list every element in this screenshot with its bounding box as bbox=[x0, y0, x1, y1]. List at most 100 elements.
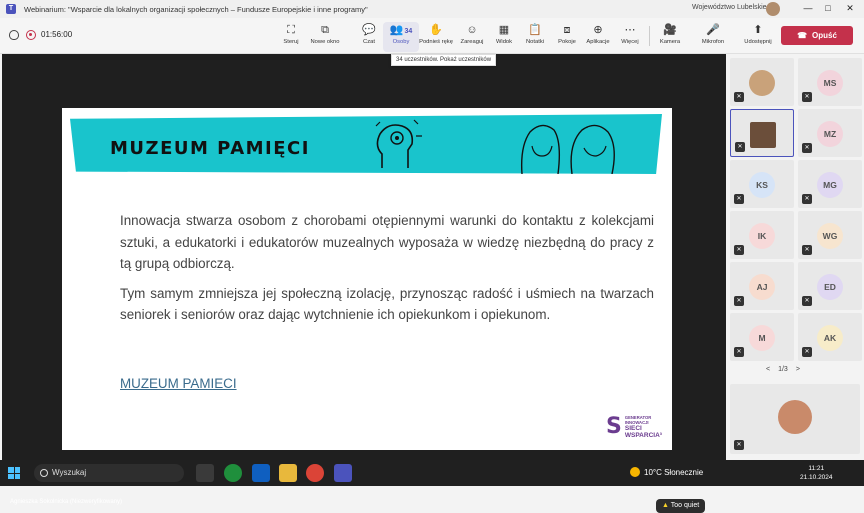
page-indicator: 1/3 bbox=[778, 366, 788, 373]
participant-tile[interactable]: M ✕ bbox=[730, 313, 794, 361]
participant-avatar: AJ bbox=[749, 274, 775, 300]
participant-photo bbox=[749, 70, 775, 96]
mic-muted-icon: ✕ bbox=[802, 92, 812, 102]
share-icon: ⬆ bbox=[753, 24, 763, 36]
head-gear-illustration bbox=[375, 119, 422, 168]
participant-avatar: IK bbox=[749, 223, 775, 249]
windows-start-icon[interactable] bbox=[8, 467, 20, 479]
slide-body: Innowacja stwarza osobom z chorobami otę… bbox=[120, 210, 654, 334]
brand-logo: S GENERATOR INNOWACJI SIECI WSPARCIA³ bbox=[606, 414, 662, 439]
mic-muted-icon: ✕ bbox=[734, 347, 744, 357]
people-button[interactable]: 👥34 Osoby bbox=[383, 22, 419, 52]
next-page-button[interactable]: > bbox=[796, 366, 800, 373]
meeting-toolbar: 01:56:00 ⛶ Steruj ⧉ Nowe okno 💬 Czat 👥34 Oso… bbox=[0, 18, 864, 54]
participant-avatar: MG bbox=[817, 172, 843, 198]
participant-tile[interactable]: WG ✕ bbox=[798, 211, 862, 259]
chat-icon: 💬 bbox=[362, 24, 376, 36]
recording-icon bbox=[26, 30, 36, 40]
outlook-icon[interactable] bbox=[252, 464, 270, 482]
participant-avatar: AK bbox=[817, 325, 843, 351]
toolbar-divider bbox=[649, 26, 650, 46]
participant-avatar: MS bbox=[817, 70, 843, 96]
control-button[interactable]: ⛶ Steruj bbox=[273, 22, 309, 52]
mic-muted-icon: ✕ bbox=[735, 142, 745, 152]
maximize-button[interactable]: □ bbox=[822, 2, 834, 14]
share-button[interactable]: ⬆ Udostępnij bbox=[740, 22, 776, 52]
camera-button[interactable]: 🎥 Kamera bbox=[652, 22, 688, 52]
more-button[interactable]: ⋯ Więcej bbox=[612, 22, 648, 52]
mic-muted-icon: ✕ bbox=[734, 440, 744, 450]
meeting-timer: 01:56:00 bbox=[41, 30, 73, 39]
participant-tile[interactable]: ✕ bbox=[730, 109, 794, 157]
mic-muted-icon: ✕ bbox=[802, 143, 812, 153]
chrome-icon[interactable] bbox=[306, 464, 324, 482]
prev-page-button[interactable]: < bbox=[766, 366, 770, 373]
too-quiet-warning[interactable]: ▲ Too quiet bbox=[656, 499, 706, 513]
participant-tile[interactable]: ED ✕ bbox=[798, 262, 862, 310]
user-avatar[interactable] bbox=[766, 2, 780, 16]
teams-app-icon: T bbox=[6, 4, 16, 14]
participant-avatar: MZ bbox=[817, 121, 843, 147]
chat-button[interactable]: 💬 Czat bbox=[351, 22, 387, 52]
window-titlebar: T Webinarium: "Wsparcie dla lokalnych or… bbox=[0, 0, 864, 18]
task-view-icon[interactable] bbox=[196, 464, 214, 482]
leave-button[interactable]: ☎ Opuść bbox=[781, 26, 853, 45]
taskbar-search[interactable]: Wyszukaj bbox=[34, 464, 184, 482]
teams-taskbar-icon[interactable] bbox=[334, 464, 352, 482]
participant-tile[interactable]: MG ✕ bbox=[798, 160, 862, 208]
hand-icon: ✋ bbox=[429, 24, 443, 36]
system-clock[interactable]: 11:21 21.10.2024 bbox=[800, 464, 833, 482]
participant-tile[interactable]: MZ ✕ bbox=[798, 109, 862, 157]
mic-muted-icon: ✕ bbox=[802, 245, 812, 255]
mic-muted-icon: ✕ bbox=[802, 347, 812, 357]
edge-icon[interactable] bbox=[224, 464, 242, 482]
participant-tile[interactable]: IK ✕ bbox=[730, 211, 794, 259]
self-view-tile[interactable]: ✕ bbox=[730, 384, 860, 454]
museum-link[interactable]: MUZEUM PAMIECI bbox=[120, 376, 237, 391]
participants-count: 34 bbox=[404, 28, 413, 35]
microphone-button[interactable]: 🎤 Mikrofon bbox=[695, 22, 731, 52]
mic-muted-icon: ✕ bbox=[802, 296, 812, 306]
participant-tile[interactable]: KS ✕ bbox=[730, 160, 794, 208]
participant-tile[interactable]: MS ✕ bbox=[798, 58, 862, 106]
mic-muted-icon: ✕ bbox=[734, 245, 744, 255]
smiley-icon: ☺ bbox=[466, 24, 478, 36]
participant-photo bbox=[750, 122, 776, 148]
participant-tile[interactable]: AJ ✕ bbox=[730, 262, 794, 310]
self-view-photo bbox=[778, 400, 812, 434]
notes-icon: 📋 bbox=[528, 24, 542, 36]
participant-avatar: WG bbox=[817, 223, 843, 249]
gallery-pager: <1/3 > bbox=[766, 366, 800, 373]
mic-muted-icon: ✕ bbox=[734, 92, 744, 102]
mic-muted-icon: ✕ bbox=[734, 296, 744, 306]
participant-avatar: KS bbox=[749, 172, 775, 198]
women-illustration bbox=[520, 124, 615, 174]
participant-tile[interactable]: AK ✕ bbox=[798, 313, 862, 361]
sun-icon bbox=[630, 467, 640, 477]
shield-icon bbox=[9, 30, 19, 40]
participant-avatar: ED bbox=[817, 274, 843, 300]
warning-icon: ▲ bbox=[662, 502, 669, 509]
people-icon: 👥34 bbox=[389, 24, 413, 36]
more-icon: ⋯ bbox=[624, 24, 636, 36]
mic-off-icon: 🎤 bbox=[706, 24, 720, 36]
notes-button[interactable]: 📋 Notatki bbox=[517, 22, 553, 52]
slide-title: MUZEUM PAMIĘCI bbox=[110, 138, 310, 159]
mic-muted-icon: ✕ bbox=[734, 194, 744, 204]
mic-muted-icon: ✕ bbox=[802, 194, 812, 204]
file-explorer-icon[interactable] bbox=[279, 464, 297, 482]
participant-tile[interactable]: ✕ bbox=[730, 58, 794, 106]
close-window-button[interactable]: ✕ bbox=[844, 2, 856, 14]
speaker-name: Agnieszka Sokolnicka (Niezweryfikowany) bbox=[10, 499, 123, 505]
organization-name: Województwo Lubelskie bbox=[692, 4, 767, 11]
camera-off-icon: 🎥 bbox=[663, 24, 677, 36]
new-window-button[interactable]: ⧉ Nowe okno bbox=[307, 22, 343, 52]
react-button[interactable]: ☺ Zareaguj bbox=[454, 22, 490, 52]
participants-gallery: ✕ MS ✕ ✕ MZ ✕ KS ✕ MG ✕ IK ✕ WG ✕ AJ ✕ ED ✕ M ✕ AK ✕ <1/3 > ✕ bbox=[726, 54, 864, 460]
raise-hand-button[interactable]: ✋ Podnieś rękę bbox=[418, 22, 454, 52]
slide-paragraph: Innowacja stwarza osobom z chorobami otę… bbox=[120, 213, 654, 272]
new-window-icon: ⧉ bbox=[321, 24, 329, 36]
apps-button[interactable]: ⊕ Aplikacje bbox=[580, 22, 616, 52]
minimize-button[interactable]: — bbox=[802, 2, 814, 14]
weather-widget[interactable]: 10°C Słonecznie bbox=[630, 467, 703, 477]
